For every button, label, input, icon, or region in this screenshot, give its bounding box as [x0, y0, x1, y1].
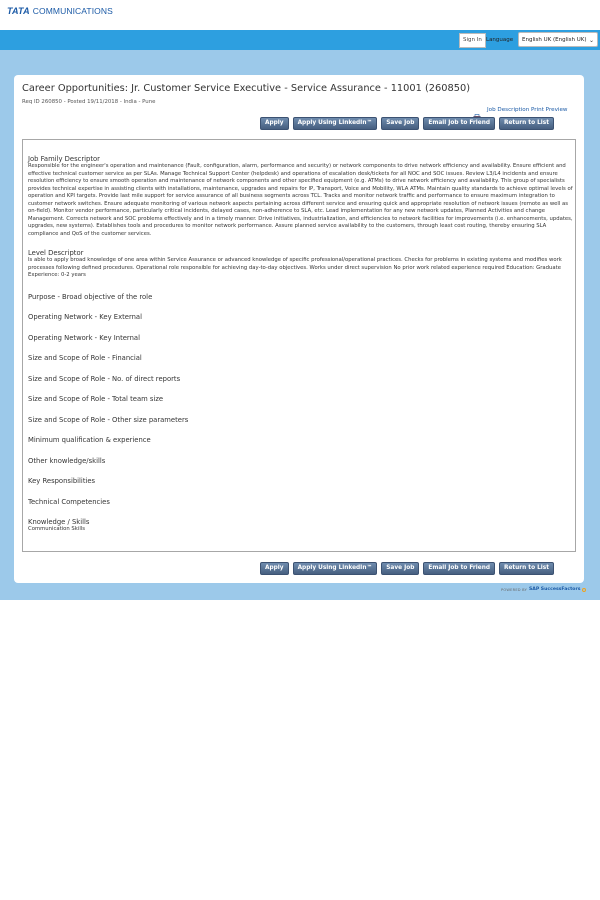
section-heading: Operating Network - Key External — [28, 313, 142, 321]
company-logo[interactable]: TATA COMMUNICATIONS — [7, 6, 113, 16]
chevron-down-icon: ⌄ — [588, 37, 594, 44]
section-heading: Technical Competencies — [28, 497, 110, 506]
section-body: Communication Skills — [28, 526, 86, 532]
apply-button[interactable]: Apply — [260, 562, 289, 575]
powered-by-badge[interactable]: POWERED BY SAP SuccessFactors — [501, 587, 587, 592]
save-job-button[interactable]: Save Job — [381, 117, 420, 130]
email-friend-button[interactable]: Email Job to Friend — [423, 562, 495, 575]
bottom-action-bar: Apply Apply Using LinkedIn™ Save Job Ema… — [260, 562, 554, 575]
page-title: Career Opportunities: Jr. Customer Servi… — [22, 83, 471, 94]
nav-bar: Sign In Language English UK (English UK)… — [0, 30, 600, 50]
logo-secondary-text: COMMUNICATIONS — [32, 6, 113, 16]
language-label: Language — [486, 37, 514, 43]
section-heading: Size and Scope of Role - Total team size — [28, 395, 164, 403]
apply-linkedin-button[interactable]: Apply Using LinkedIn™ — [292, 562, 378, 575]
logo-primary-text: TATA — [7, 6, 30, 16]
language-select[interactable]: English UK (English UK) ⌄ — [518, 32, 598, 47]
print-icon — [473, 106, 481, 121]
return-to-list-button[interactable]: Return to List — [499, 562, 554, 575]
section-heading: Knowledge / Skills — [28, 518, 90, 526]
save-job-button[interactable]: Save Job — [381, 562, 420, 575]
section-level: Level Descriptor Is able to apply broad … — [28, 249, 573, 280]
section-heading: Size and Scope of Role - Other size para… — [28, 415, 189, 424]
apply-linkedin-button[interactable]: Apply Using LinkedIn™ — [292, 117, 378, 130]
section-job-family: Job Family Descriptor Responsible for th… — [28, 155, 573, 238]
powered-by-brand: SAP SuccessFactors — [528, 587, 581, 592]
apply-button[interactable]: Apply — [260, 117, 289, 130]
section-heading: Minimum qualification & experience — [28, 436, 151, 444]
section-body: Responsible for the engineer's operation… — [28, 163, 573, 237]
section-heading: Operating Network - Key Internal — [28, 333, 140, 342]
language-selected-value: English UK (English UK) — [522, 37, 587, 43]
return-to-list-button[interactable]: Return to List — [499, 117, 554, 130]
section-heading: Size and Scope of Role - Financial — [28, 354, 142, 362]
section-heading: Key Responsibilities — [28, 477, 96, 485]
sign-in-button[interactable]: Sign In — [459, 33, 486, 48]
section-heading: Size and Scope of Role - No. of direct r… — [28, 374, 181, 383]
job-description-content: Job Family Descriptor Responsible for th… — [28, 155, 573, 534]
section-heading: Purpose - Broad objective of the role — [28, 292, 153, 301]
section-heading: Other knowledge/skills — [28, 456, 106, 465]
job-description-box: Job Family Descriptor Responsible for th… — [22, 139, 576, 552]
req-info: Req ID 260850 - Posted 19/11/2018 - Indi… — [22, 99, 156, 105]
print-preview-label: Job Description Print Preview — [487, 106, 568, 113]
section-knowledge-skills: Knowledge / Skills Communication Skills — [28, 518, 573, 534]
brand-mark-icon — [582, 587, 587, 592]
top-action-bar: Apply Apply Using LinkedIn™ Save Job Ema… — [260, 117, 554, 130]
email-friend-button[interactable]: Email Job to Friend — [423, 117, 495, 130]
section-heading: Level Descriptor — [28, 249, 84, 257]
top-header: TATA COMMUNICATIONS — [0, 0, 600, 26]
powered-by-text: POWERED BY — [501, 587, 527, 592]
print-preview-link[interactable]: Job Description Print Preview — [473, 106, 568, 121]
section-body: Is able to apply broad knowledge of one … — [28, 257, 562, 278]
section-heading: Job Family Descriptor — [28, 155, 100, 163]
